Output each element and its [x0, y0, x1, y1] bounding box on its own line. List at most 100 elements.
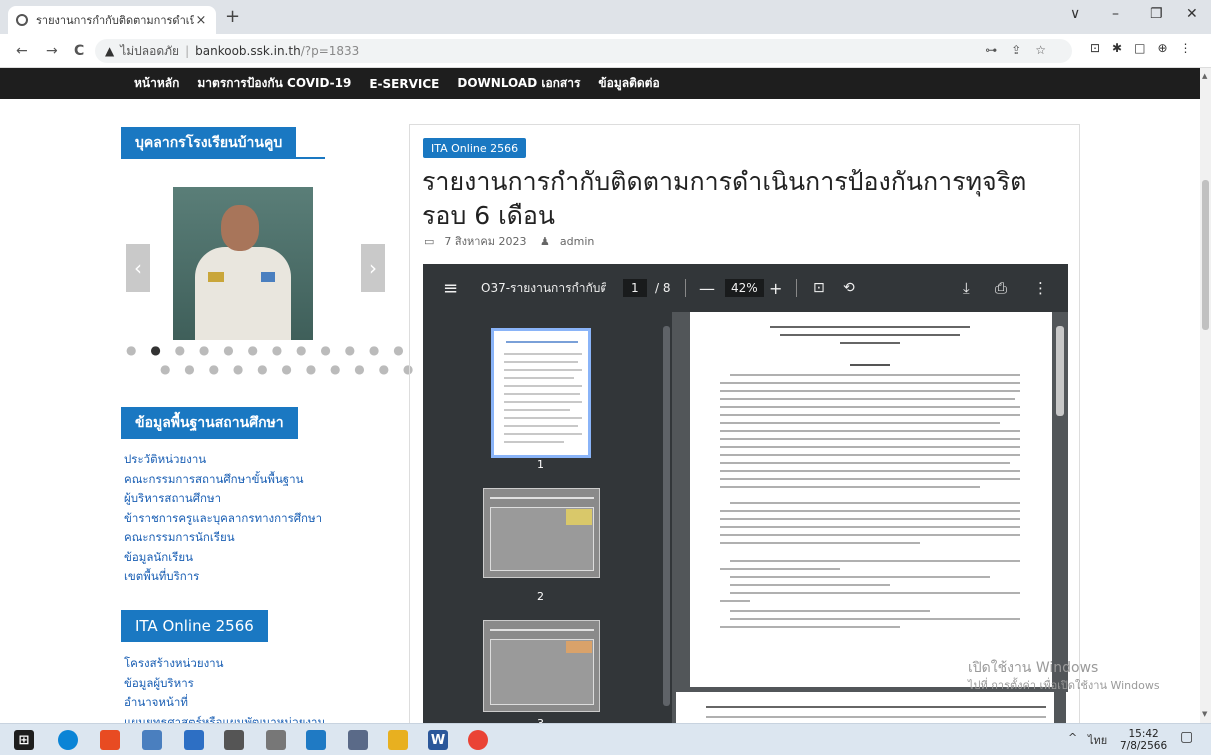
url-host: bankoob.ssk.in.th: [195, 44, 301, 58]
start-icon[interactable]: ⊞: [14, 730, 34, 750]
file-explorer-icon[interactable]: [388, 730, 408, 750]
carousel-prev-button[interactable]: ‹: [126, 244, 150, 292]
not-secure-warning-icon[interactable]: ▲: [105, 44, 114, 58]
extension-icons[interactable]: ⊡✱□⊕⋮: [1090, 41, 1204, 55]
thumbnail-page-3[interactable]: [483, 620, 600, 712]
nav-item-eservice[interactable]: E-SERVICE: [369, 77, 439, 91]
more-options-icon[interactable]: ⋮: [1033, 279, 1048, 297]
nav-item-download[interactable]: DOWNLOAD เอกสาร: [457, 74, 580, 93]
zoom-out-button[interactable]: —: [699, 279, 715, 298]
basic-info-heading: ข้อมูลพื้นฐานสถานศึกษา: [121, 407, 298, 439]
clock-time: 15:42: [1128, 728, 1159, 740]
new-tab-button[interactable]: +: [225, 6, 240, 27]
thumbnail-scrollbar[interactable]: [660, 312, 672, 723]
qr-app-icon[interactable]: [224, 730, 244, 750]
post-title: รายงานการกำกับติดตามการดำเนินการป้องกันก…: [422, 167, 1027, 230]
pdf-page-2: [676, 692, 1068, 723]
browser-tab-active[interactable]: รายงานการกำกับติดตามการดำเนินการ ×: [8, 6, 216, 34]
scroll-down-icon[interactable]: ▼: [1202, 710, 1207, 718]
post-meta: ▭ 7 สิงหาคม 2023 ♟ admin: [424, 232, 604, 250]
thumbnail-label-1: 1: [537, 458, 544, 471]
edge-icon[interactable]: [58, 730, 78, 750]
site-favicon-icon: [16, 14, 28, 26]
link-executive-info[interactable]: ข้อมูลผู้บริหาร: [124, 674, 325, 694]
window-maximize-button[interactable]: ❐: [1150, 6, 1163, 22]
pdf-menu-icon[interactable]: ≡: [443, 278, 458, 299]
calendar-icon: ▭: [424, 235, 435, 248]
word-icon[interactable]: W: [428, 730, 448, 750]
system-clock[interactable]: 15:42 7/8/2566: [1120, 728, 1167, 752]
browser-toolbar: ← → C ▲ ไม่ปลอดภัย | bankoob.ssk.in.th/?…: [0, 34, 1211, 68]
pdf-filename: O37-รายงานการกำกับติ...: [481, 280, 606, 295]
omnibox-actions-icon[interactable]: ⊶⇪☆: [985, 43, 1060, 57]
pdf-thumbnail-panel[interactable]: 1 2 3: [423, 312, 660, 730]
heading-underline: [121, 437, 297, 439]
link-teachers[interactable]: ข้าราชการครูและบุคลากรทางการศึกษา: [124, 509, 322, 529]
scroll-up-icon[interactable]: ▲: [1202, 72, 1207, 80]
browser-tab-strip: รายงานการกำกับติดตามการดำเนินการ × + ∨ –…: [0, 0, 1211, 34]
nav-item-home[interactable]: หน้าหลัก: [134, 74, 179, 93]
reload-button[interactable]: C: [74, 43, 84, 59]
fit-page-icon[interactable]: ⊡: [813, 280, 825, 296]
post-author[interactable]: admin: [560, 235, 594, 248]
tab-title: รายงานการกำกับติดตามการดำเนินการ: [36, 14, 194, 27]
nav-item-contact[interactable]: ข้อมูลติดต่อ: [598, 74, 659, 93]
link-history[interactable]: ประวัติหน่วยงาน: [124, 450, 322, 470]
basic-info-links: ประวัติหน่วยงาน คณะกรรมการสถานศึกษาขั้นพ…: [124, 450, 322, 587]
thumbnail-page-2[interactable]: [483, 488, 600, 578]
heading-underline: [121, 640, 257, 642]
link-authority[interactable]: อำนาจหน้าที่: [124, 693, 325, 713]
address-bar[interactable]: ▲ ไม่ปลอดภัย | bankoob.ssk.in.th/?p=1833…: [95, 39, 1072, 63]
url-path: /?p=1833: [300, 44, 360, 58]
page-scrollbar[interactable]: ▲ ▼: [1200, 68, 1211, 723]
nav-item-covid[interactable]: มาตรการป้องกัน COVID-19: [197, 74, 351, 93]
zoom-in-button[interactable]: +: [769, 279, 782, 298]
windows-activation-subtitle: ไปที่ การตั้งค่า เพื่อเปิดใช้งาน Windows: [968, 679, 1160, 692]
calculator-icon[interactable]: [142, 730, 162, 750]
carousel-dots[interactable]: ● ● ● ● ● ● ● ● ● ● ● ●: [126, 343, 409, 357]
window-close-button[interactable]: ✕: [1186, 6, 1198, 22]
notification-icon[interactable]: ▢: [1180, 729, 1193, 745]
link-administrators[interactable]: ผู้บริหารสถานศึกษา: [124, 489, 322, 509]
link-student-data[interactable]: ข้อมูลนักเรียน: [124, 548, 322, 568]
forward-button[interactable]: →: [46, 43, 58, 59]
window-minimize-button[interactable]: –: [1112, 6, 1119, 22]
windows-taskbar: ⊞ W ^ ไทย 15:42 7/8/2566 ▢: [0, 723, 1211, 755]
link-service-area[interactable]: เขตพื้นที่บริการ: [124, 567, 322, 587]
office-icon[interactable]: [100, 730, 120, 750]
rotate-icon[interactable]: ⟲: [843, 280, 855, 296]
link-structure[interactable]: โครงสร้างหน่วยงาน: [124, 654, 325, 674]
site-navbar: หน้าหลัก มาตรการป้องกัน COVID-19 E-SERVI…: [0, 68, 1200, 99]
heading-underline: [121, 157, 325, 159]
app-icon[interactable]: [184, 730, 204, 750]
page-scrollbar-thumb[interactable]: [1202, 180, 1209, 330]
pdf-toolbar: ≡ O37-รายงานการกำกับติ... 1 / 8 — 42% + …: [423, 264, 1068, 312]
monitor-app-icon[interactable]: [306, 730, 326, 750]
staff-heading: บุคลากรโรงเรียนบ้านคูบ: [121, 127, 297, 159]
back-button[interactable]: ←: [16, 43, 28, 59]
link-student-council[interactable]: คณะกรรมการนักเรียน: [124, 528, 322, 548]
tray-chevron-icon[interactable]: ^: [1068, 731, 1077, 744]
chrome-icon[interactable]: [468, 730, 488, 750]
notes-icon[interactable]: [348, 730, 368, 750]
print-icon[interactable]: ⎙: [995, 279, 1007, 297]
zoom-level-input[interactable]: 42%: [725, 279, 764, 297]
category-badge[interactable]: ITA Online 2566: [423, 138, 527, 158]
staff-photo: [173, 187, 313, 340]
clock-date: 7/8/2566: [1120, 740, 1168, 752]
ita-links: โครงสร้างหน่วยงาน ข้อมูลผู้บริหาร อำนาจห…: [124, 654, 325, 732]
pdf-page-1: [690, 312, 1052, 687]
carousel-next-button[interactable]: ›: [361, 244, 385, 292]
input-language[interactable]: ไทย: [1088, 731, 1107, 749]
pdf-page-input[interactable]: 1: [623, 279, 647, 297]
thumbnail-page-1[interactable]: [491, 328, 591, 458]
author-icon: ♟: [540, 235, 550, 248]
download-icon[interactable]: ⤓: [963, 279, 970, 297]
link-school-board[interactable]: คณะกรรมการสถานศึกษาขั้นพื้นฐาน: [124, 470, 322, 490]
paint-icon[interactable]: [266, 730, 286, 750]
tab-close-button[interactable]: ×: [194, 13, 208, 28]
carousel-dots-row2[interactable]: ● ● ● ● ● ● ● ● ● ● ● ●: [160, 362, 443, 376]
tab-search-button[interactable]: ∨: [1070, 6, 1080, 22]
ita-heading: ITA Online 2566: [121, 610, 268, 642]
security-label[interactable]: ไม่ปลอดภัย: [120, 42, 179, 61]
